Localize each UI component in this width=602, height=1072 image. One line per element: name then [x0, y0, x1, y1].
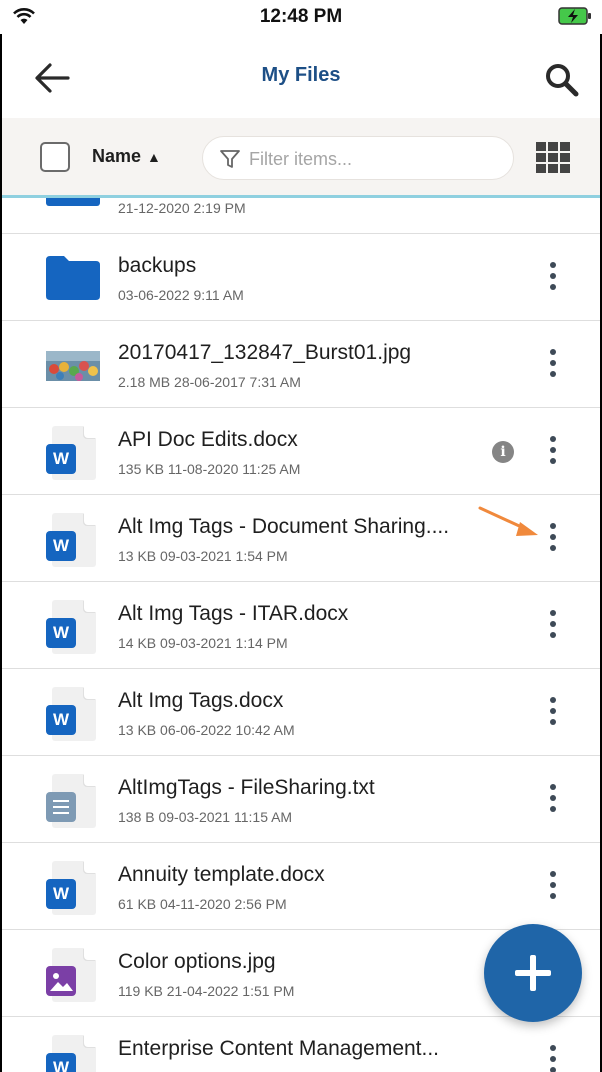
- photo-thumbnail: [46, 351, 100, 381]
- search-button[interactable]: [542, 60, 582, 98]
- list-item[interactable]: AltImgTags - FileSharing.txt 138 B 09-03…: [2, 756, 600, 843]
- word-document-icon: W: [46, 513, 98, 569]
- sort-ascending-icon: ▲: [147, 149, 161, 165]
- file-name: Annuity template.docx: [118, 863, 325, 886]
- info-icon[interactable]: i: [492, 441, 514, 463]
- word-document-icon: W: [46, 687, 98, 743]
- file-name: backups: [118, 254, 197, 277]
- list-item[interactable]: W API Doc Edits.docx 135 KB 11-08-2020 1…: [2, 408, 600, 495]
- more-options-button[interactable]: [542, 871, 564, 905]
- list-item[interactable]: 21-12-2020 2:19 PM: [2, 198, 600, 234]
- more-options-button[interactable]: [542, 349, 564, 383]
- filter-icon: [220, 150, 240, 168]
- list-item[interactable]: W Annuity template.docx 61 KB 04-11-2020…: [2, 843, 600, 930]
- folder-icon: [46, 198, 100, 206]
- sort-label: Name: [92, 146, 142, 166]
- grid-view-button[interactable]: [536, 142, 570, 174]
- word-document-icon: W: [46, 600, 98, 656]
- word-document-icon: W: [46, 1035, 98, 1072]
- select-all-checkbox[interactable]: [40, 142, 70, 172]
- list-toolbar: Name ▲: [2, 118, 600, 198]
- file-meta: 119 KB 21-04-2022 1:51 PM: [118, 983, 295, 999]
- filter-input[interactable]: [249, 147, 499, 171]
- file-name: Alt Img Tags - Document Sharing....: [118, 515, 450, 538]
- file-meta: 135 KB 11-08-2020 11:25 AM: [118, 461, 301, 477]
- word-document-icon: W: [46, 426, 98, 482]
- more-options-button[interactable]: [542, 198, 564, 212]
- file-name: Alt Img Tags - ITAR.docx: [118, 602, 349, 625]
- more-options-button[interactable]: [542, 697, 564, 731]
- text-file-icon: [46, 774, 98, 830]
- file-name: Color options.jpg: [118, 950, 276, 973]
- file-meta: 2.18 MB 28-06-2017 7:31 AM: [118, 374, 301, 390]
- more-options-button[interactable]: [542, 436, 564, 470]
- list-item[interactable]: W Enterprise Content Management...: [2, 1017, 600, 1072]
- more-options-button[interactable]: [542, 784, 564, 818]
- file-meta: 61 KB 04-11-2020 2:56 PM: [118, 896, 287, 912]
- search-icon: [546, 64, 579, 97]
- file-meta: 138 B 09-03-2021 11:15 AM: [118, 809, 293, 825]
- battery-charging-icon: [558, 7, 591, 25]
- file-meta: 13 KB 06-06-2022 10:42 AM: [118, 722, 295, 738]
- more-options-button[interactable]: [542, 610, 564, 644]
- annotation-arrow-icon: [478, 506, 538, 536]
- more-options-button[interactable]: [542, 262, 564, 296]
- sort-by-name-button[interactable]: Name ▲: [92, 146, 161, 167]
- image-file-icon: [46, 948, 98, 1004]
- file-name: AltImgTags - FileSharing.txt: [118, 776, 375, 799]
- file-meta: 21-12-2020 2:19 PM: [118, 200, 246, 216]
- status-bar: 12:48 PM: [0, 0, 602, 34]
- file-meta: 14 KB 09-03-2021 1:14 PM: [118, 635, 288, 651]
- list-item[interactable]: W Alt Img Tags - ITAR.docx 14 KB 09-03-2…: [2, 582, 600, 669]
- add-button[interactable]: [484, 924, 582, 1022]
- app-header: My Files: [2, 34, 600, 118]
- file-name: Alt Img Tags.docx: [118, 689, 284, 712]
- file-name: Enterprise Content Management...: [118, 1037, 440, 1060]
- more-options-button[interactable]: [542, 523, 564, 557]
- grid-view-icon: [536, 142, 570, 173]
- word-document-icon: W: [46, 861, 98, 917]
- page-title: My Files: [261, 64, 341, 86]
- list-item[interactable]: backups 03-06-2022 9:11 AM: [2, 234, 600, 321]
- file-meta: 03-06-2022 9:11 AM: [118, 287, 244, 303]
- filter-box: [202, 136, 514, 180]
- file-meta: 13 KB 09-03-2021 1:54 PM: [118, 548, 288, 564]
- status-time: 12:48 PM: [259, 6, 343, 27]
- list-item[interactable]: W Alt Img Tags.docx 13 KB 06-06-2022 10:…: [2, 669, 600, 756]
- file-name: 20170417_132847_Burst01.jpg: [118, 341, 412, 364]
- file-name: API Doc Edits.docx: [118, 428, 298, 451]
- more-options-button[interactable]: [542, 1045, 564, 1072]
- list-item[interactable]: 20170417_132847_Burst01.jpg 2.18 MB 28-0…: [2, 321, 600, 408]
- folder-icon: [46, 256, 100, 300]
